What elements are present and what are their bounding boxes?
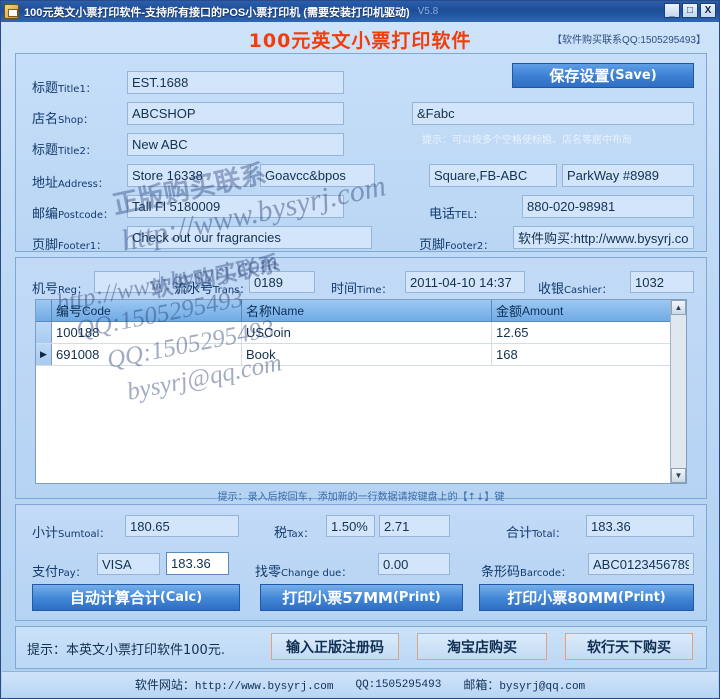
table-row[interactable]: 100188 USCoin 12.65: [36, 322, 686, 344]
grid-vertical-scrollbar[interactable]: ▲ ▼: [670, 300, 686, 483]
address-input-4[interactable]: [562, 164, 694, 187]
trans-input[interactable]: [249, 271, 315, 293]
subtotal-input[interactable]: [125, 515, 239, 537]
cashier-input[interactable]: [630, 271, 694, 293]
label-title2: 标题Title2：: [32, 143, 96, 158]
register-input[interactable]: [94, 271, 160, 293]
label-cashier: 收银Cashier：: [538, 282, 612, 297]
row-marker: [36, 322, 52, 343]
header-banner: 100元英文小票打印软件 【软件购买联系QQ:1505295493】: [1, 23, 719, 52]
title2-input[interactable]: [127, 133, 344, 156]
time-input[interactable]: [405, 271, 525, 293]
label-footer1: 页脚Footer1：: [32, 238, 107, 253]
address-input-2[interactable]: [260, 164, 375, 187]
statusbar-email: 邮箱：bysyrj@qq.com: [463, 678, 586, 693]
row-code[interactable]: 691008: [52, 344, 242, 365]
save-label-en: (Save): [609, 68, 657, 83]
ruanhang-buy-button[interactable]: 软行天下购买: [565, 633, 693, 660]
row-name[interactable]: Book: [242, 344, 492, 365]
grid-header-name[interactable]: 名称 Name: [242, 300, 492, 321]
title1-input[interactable]: [127, 71, 344, 94]
window-titlebar: 100元英文小票打印软件-支持所有接口的POS小票打印机 (需要安装打印机驱动)…: [1, 1, 719, 22]
total-input[interactable]: [586, 515, 694, 537]
label-time: 时间Time：: [331, 282, 392, 297]
shop-extra-input[interactable]: [412, 102, 694, 125]
centering-hint: 提示：可以按多个空格使标题、店名等居中布局: [422, 135, 632, 146]
label-register: 机号Reg：: [32, 282, 88, 297]
close-button[interactable]: X: [700, 3, 716, 18]
tax-amount-input[interactable]: [379, 515, 450, 537]
enter-license-button[interactable]: 输入正版注册码: [271, 633, 399, 660]
statusbar-website: 软件网站：http://www.bysyrj.com: [134, 678, 334, 693]
registration-hint: 提示：本英文小票打印软件100元.: [27, 643, 225, 658]
label-address: 地址Address：: [32, 176, 108, 191]
triangle-down-icon[interactable]: ▼: [671, 468, 686, 483]
postcode-input[interactable]: [127, 195, 344, 218]
row-code[interactable]: 100188: [52, 322, 242, 343]
row-marker: ▶: [36, 344, 52, 365]
statusbar: 软件网站：http://www.bysyrj.com QQ:1505295493…: [2, 671, 718, 697]
shop-input[interactable]: [127, 102, 344, 125]
label-total: 合计Total：: [506, 526, 566, 541]
tel-input[interactable]: [522, 195, 694, 218]
tax-rate-input[interactable]: [326, 515, 375, 537]
items-grid[interactable]: 编号 Code 名称 Name 金额 Amount 100188 USCoin 12.…: [35, 299, 687, 484]
label-tax: 税Tax：: [274, 526, 314, 541]
table-row[interactable]: ▶ 691008 Book 168: [36, 344, 686, 366]
auto-calc-button[interactable]: 自动计算合计 (Calc): [32, 584, 240, 611]
window-controls: _ □ X: [664, 3, 716, 18]
label-tel: 电话TEL：: [429, 207, 484, 222]
minimize-button[interactable]: _: [664, 3, 680, 18]
change-due-input[interactable]: [378, 553, 450, 575]
window-title: 100元英文小票打印软件-支持所有接口的POS小票打印机 (需要安装打印机驱动): [24, 6, 410, 19]
grid-header-amount[interactable]: 金额 Amount: [492, 300, 686, 321]
print-80mm-button[interactable]: 打印小票80MM (Print): [479, 584, 694, 611]
row-amount[interactable]: 12.65: [492, 322, 686, 343]
footer1-input[interactable]: [127, 226, 372, 249]
save-label-cn: 保存设置: [549, 67, 610, 85]
label-trans: 流水号Trans：: [174, 282, 250, 297]
statusbar-qq: QQ:1505295493: [355, 678, 442, 691]
grid-entry-hint: 提示：录入后按回车，添加新的一行数据请按键盘上的【↑↓】键: [217, 492, 505, 503]
printer-icon: [4, 4, 19, 19]
label-subtotal: 小计Sumtoal：: [32, 526, 110, 541]
app-window: 100元英文小票打印软件-支持所有接口的POS小票打印机 (需要安装打印机驱动)…: [0, 0, 720, 699]
label-shop: 店名Shop：: [32, 112, 94, 127]
grid-header-row: 编号 Code 名称 Name 金额 Amount: [36, 300, 686, 322]
pay-amount-input[interactable]: [166, 552, 229, 575]
address-input-3[interactable]: [429, 164, 557, 187]
triangle-up-icon[interactable]: ▲: [671, 300, 686, 315]
header-qq-note: 【软件购买联系QQ:1505295493】: [552, 35, 706, 46]
grid-header-code[interactable]: 编号 Code: [52, 300, 242, 321]
address-input-1[interactable]: [127, 164, 251, 187]
row-name[interactable]: USCoin: [242, 322, 492, 343]
label-title1: 标题Title1：: [32, 81, 96, 96]
print-57mm-button[interactable]: 打印小票57MM (Print): [260, 584, 463, 611]
pay-method-input[interactable]: [97, 553, 160, 575]
grid-header-marker: [36, 300, 52, 321]
row-amount[interactable]: 168: [492, 344, 686, 365]
label-change-due: 找零Change due：: [255, 565, 352, 580]
label-footer2: 页脚Footer2：: [419, 238, 494, 253]
barcode-input[interactable]: [588, 553, 694, 575]
footer2-input[interactable]: [513, 226, 694, 249]
label-pay: 支付Pay：: [32, 565, 86, 580]
window-version: V5.8: [417, 6, 439, 17]
label-postcode: 邮编Postcode：: [32, 207, 114, 222]
label-barcode: 条形码Barcode：: [481, 565, 572, 580]
save-settings-button[interactable]: 保存设置 (Save): [512, 63, 694, 88]
taobao-buy-button[interactable]: 淘宝店购买: [417, 633, 547, 660]
maximize-button[interactable]: □: [682, 3, 698, 18]
